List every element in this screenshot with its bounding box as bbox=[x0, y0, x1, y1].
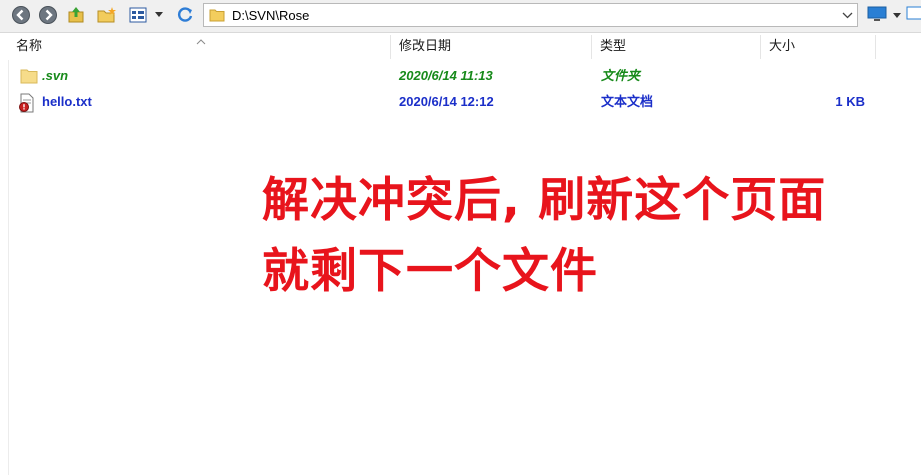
explorer-toolbar: D:\SVN\Rose bbox=[0, 0, 921, 33]
up-folder-icon[interactable] bbox=[66, 5, 86, 25]
file-type: 文本文档 bbox=[601, 94, 654, 109]
chevron-down-icon[interactable] bbox=[837, 4, 857, 26]
folder-icon bbox=[20, 67, 38, 88]
refresh-icon[interactable] bbox=[175, 5, 195, 25]
file-size: 1 KB bbox=[835, 94, 865, 109]
address-path[interactable]: D:\SVN\Rose bbox=[232, 8, 309, 23]
pane-icon[interactable] bbox=[906, 5, 921, 25]
file-name[interactable]: .svn bbox=[42, 63, 68, 88]
file-row[interactable]: .svn 2020/6/14 11:13 文件夹 bbox=[0, 63, 880, 88]
column-modified[interactable]: 修改日期 bbox=[391, 33, 591, 60]
file-name[interactable]: hello.txt bbox=[42, 89, 92, 114]
folder-icon bbox=[209, 8, 225, 25]
column-divider[interactable] bbox=[875, 35, 876, 59]
file-type: 文件夹 bbox=[601, 68, 641, 83]
view-dropdown-icon[interactable] bbox=[154, 9, 174, 29]
column-header: 名称 修改日期 类型 大小 bbox=[0, 33, 921, 60]
monitor-icon[interactable] bbox=[867, 5, 887, 25]
annotation-line-2: 就剩下一个文件 bbox=[262, 244, 598, 299]
new-folder-icon[interactable] bbox=[96, 5, 116, 25]
column-size[interactable]: 大小 bbox=[761, 33, 875, 60]
file-modified: 2020/6/14 12:12 bbox=[399, 94, 494, 109]
view-mode-controls bbox=[862, 3, 921, 27]
sort-up-icon bbox=[196, 34, 206, 48]
file-row[interactable]: hello.txt 2020/6/14 12:12 文本文档 1 KB bbox=[0, 89, 880, 114]
file-modified: 2020/6/14 11:13 bbox=[399, 68, 493, 83]
forward-icon[interactable] bbox=[38, 5, 58, 25]
conflict-text-file-icon bbox=[18, 93, 36, 116]
view-options-icon[interactable] bbox=[128, 5, 148, 25]
address-bar[interactable]: D:\SVN\Rose bbox=[203, 3, 858, 27]
column-type[interactable]: 类型 bbox=[592, 33, 760, 60]
file-size bbox=[770, 63, 865, 88]
back-icon[interactable] bbox=[11, 5, 31, 25]
annotation-line-1: 解决冲突后, 刷新这个页面 bbox=[262, 173, 827, 228]
list-edge bbox=[8, 60, 9, 475]
